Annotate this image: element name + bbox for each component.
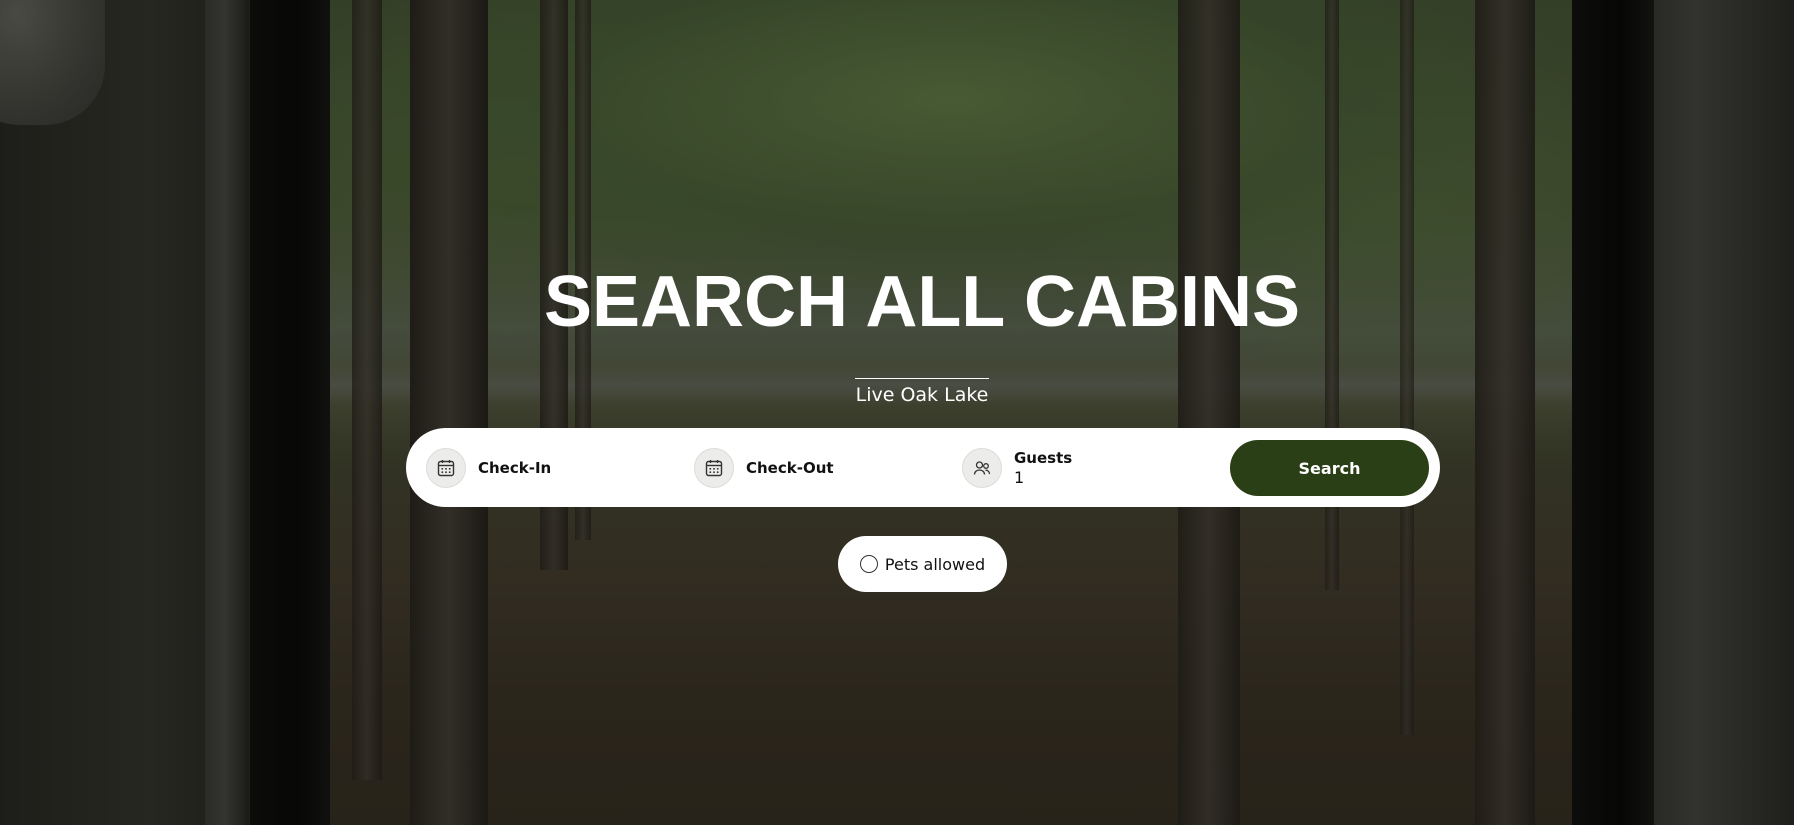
pets-allowed-label: Pets allowed xyxy=(884,554,986,574)
guests-field[interactable]: Guests 1 xyxy=(962,447,1202,489)
radio-unchecked-icon[interactable] xyxy=(859,555,878,573)
page-title: SEARCH ALL CABINS xyxy=(543,262,1301,342)
guests-icon xyxy=(962,448,1002,488)
guests-label: Guests xyxy=(1014,449,1073,467)
pets-allowed-toggle[interactable]: Pets allowed xyxy=(838,536,1007,592)
search-button[interactable]: Search xyxy=(1230,440,1429,496)
guests-count-value[interactable]: 1 xyxy=(1014,468,1164,487)
booking-search-bar: Check-In Check-Out Guests 1 Search xyxy=(406,428,1440,507)
calendar-icon xyxy=(426,448,466,488)
check-out-label: Check-Out xyxy=(746,459,834,477)
location-subtitle: Live Oak Lake xyxy=(855,384,989,406)
guests-content: Guests 1 xyxy=(1014,449,1164,487)
hero-section: SEARCH ALL CABINS Live Oak Lake Check-In… xyxy=(0,0,1794,825)
calendar-icon xyxy=(694,448,734,488)
check-out-field[interactable]: Check-Out xyxy=(694,447,934,489)
subtitle-divider xyxy=(855,378,989,379)
subtitle-block: Live Oak Lake xyxy=(855,378,989,409)
hero-content: SEARCH ALL CABINS Live Oak Lake Check-In… xyxy=(0,0,1794,825)
check-in-label: Check-In xyxy=(478,459,552,477)
check-in-field[interactable]: Check-In xyxy=(426,447,666,489)
